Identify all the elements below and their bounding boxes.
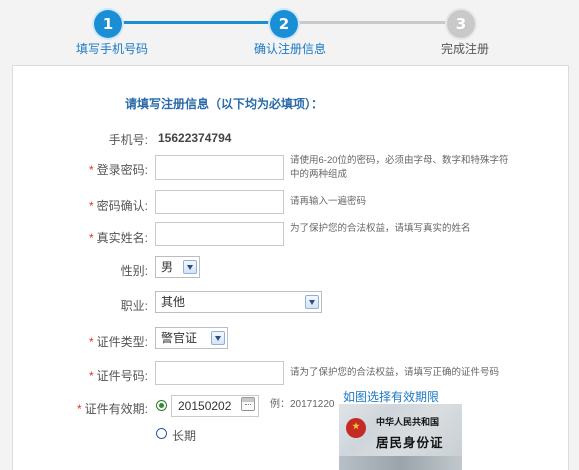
id-card-title-line1: 中华人民共和国 xyxy=(376,418,440,428)
phone-value: 15622374794 xyxy=(158,131,232,145)
required-mark: * xyxy=(88,335,94,349)
required-mark: * xyxy=(88,231,94,245)
id-type-label: * 证件类型: xyxy=(8,333,148,350)
step-2-indicator: 2 xyxy=(270,10,298,38)
chevron-down-icon xyxy=(211,331,225,345)
step-connector-1 xyxy=(122,21,272,24)
id-card-stripe xyxy=(339,456,462,470)
validity-label: * 证件有效期: xyxy=(8,400,148,417)
step-1-label: 填写手机号码 xyxy=(76,42,149,56)
gender-label: 性别: xyxy=(120,264,148,278)
national-emblem-icon xyxy=(346,418,366,438)
id-number-label-text: 证件号码: xyxy=(96,369,148,383)
id-type-select[interactable]: 警官证 xyxy=(155,327,228,349)
confirm-password-hint: 请再输入一遍密码 xyxy=(290,196,367,207)
chevron-down-icon xyxy=(305,295,319,309)
registration-stepper: 1 2 3 填写手机号码 确认注册信息 完成注册 xyxy=(0,0,579,62)
chevron-down-icon xyxy=(183,260,197,274)
confirm-password-label: * 密码确认: xyxy=(8,197,148,214)
step-3-indicator: 3 xyxy=(447,10,475,38)
realname-label-text: 真实姓名: xyxy=(96,231,148,245)
realname-input[interactable] xyxy=(155,222,284,246)
id-number-hint: 请为了保护您的合法权益，请填写正确的证件号码 xyxy=(290,367,500,378)
id-card-image: 中华人民共和国 居民身份证 xyxy=(339,404,462,470)
required-mark: * xyxy=(88,163,94,177)
password-label-text: 登录密码: xyxy=(96,163,148,177)
password-hint: 请使用6-20位的密码，必须由字母、数字和特殊字符 中的两种组成 xyxy=(290,154,520,182)
id-type-selected-value: 警官证 xyxy=(161,331,198,345)
calendar-icon[interactable] xyxy=(241,397,255,411)
realname-label: * 真实姓名: xyxy=(8,229,148,246)
step-3-label: 完成注册 xyxy=(441,42,490,56)
job-selected-value: 其他 xyxy=(161,295,186,309)
validity-help-link[interactable]: 如图选择有效期限 xyxy=(343,388,439,405)
password-input[interactable] xyxy=(155,155,284,180)
confirm-password-input[interactable] xyxy=(155,190,284,214)
step-connector-2 xyxy=(298,21,446,24)
phone-label: 手机号: xyxy=(108,133,148,147)
form-heading: 请填写注册信息（以下均为必填项）： xyxy=(125,97,324,111)
validity-label-text: 证件有效期: xyxy=(84,402,148,416)
realname-hint: 为了保护您的合法权益，请填写真实的姓名 xyxy=(290,223,471,234)
id-number-input[interactable] xyxy=(155,361,284,385)
gender-selected-value: 男 xyxy=(161,260,174,274)
password-hint-line2: 中的两种组成 xyxy=(290,169,348,180)
confirm-label-text: 密码确认: xyxy=(96,199,148,213)
required-mark: * xyxy=(88,369,94,383)
password-hint-line1: 请使用6-20位的密码，必须由字母、数字和特殊字符 xyxy=(290,155,509,166)
id-number-label: * 证件号码: xyxy=(8,367,148,384)
validity-example: 例：20171220 xyxy=(270,399,335,410)
job-label: 职业: xyxy=(120,299,148,313)
password-label: * 登录密码: xyxy=(8,161,148,178)
required-mark: * xyxy=(76,402,82,416)
longterm-radio[interactable] xyxy=(156,428,167,439)
validity-date-radio[interactable] xyxy=(156,400,167,411)
step-1-indicator: 1 xyxy=(94,10,122,38)
gender-select[interactable]: 男 xyxy=(155,256,200,278)
id-card-title-line2: 居民身份证 xyxy=(376,435,444,450)
required-mark: * xyxy=(88,199,94,213)
job-select[interactable]: 其他 xyxy=(155,291,322,313)
step-2-label: 确认注册信息 xyxy=(254,42,327,56)
longterm-label[interactable]: 长期 xyxy=(172,427,196,444)
id-type-label-text: 证件类型: xyxy=(96,335,148,349)
